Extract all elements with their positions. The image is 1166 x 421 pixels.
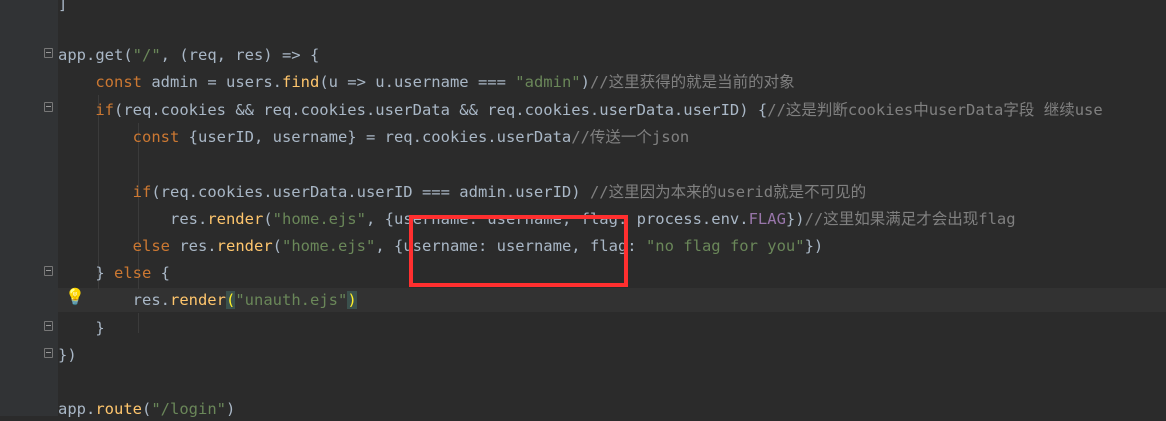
code-line-11[interactable]: } else {: [58, 261, 170, 285]
code-line-1[interactable]: ]: [58, 0, 67, 16]
code-line-3[interactable]: app.get("/", (req, res) => {: [58, 43, 319, 67]
fold-marker-icon[interactable]: [44, 48, 53, 58]
code-line-13[interactable]: }: [58, 316, 104, 340]
annotation-highlight-box: [409, 215, 628, 287]
code-line-16[interactable]: app.route("/login"): [58, 397, 235, 421]
code-line-14[interactable]: }): [58, 343, 77, 367]
code-line-12[interactable]: res.render("unauth.ejs"): [58, 288, 357, 312]
indent-guide: [138, 313, 139, 333]
fold-marker-icon[interactable]: [44, 266, 53, 276]
code-line-6[interactable]: const {userID, username} = req.cookies.u…: [58, 125, 690, 149]
fold-marker-icon[interactable]: [44, 102, 53, 112]
code-line-4[interactable]: const admin = users.find(u => u.username…: [58, 70, 794, 94]
code-line-5[interactable]: if(req.cookies && req.cookies.userData &…: [58, 98, 1102, 122]
fold-marker-icon[interactable]: [44, 348, 53, 358]
code-line-8[interactable]: if(req.cookies.userData.userID === admin…: [58, 180, 866, 204]
fold-marker-icon[interactable]: [44, 321, 53, 331]
